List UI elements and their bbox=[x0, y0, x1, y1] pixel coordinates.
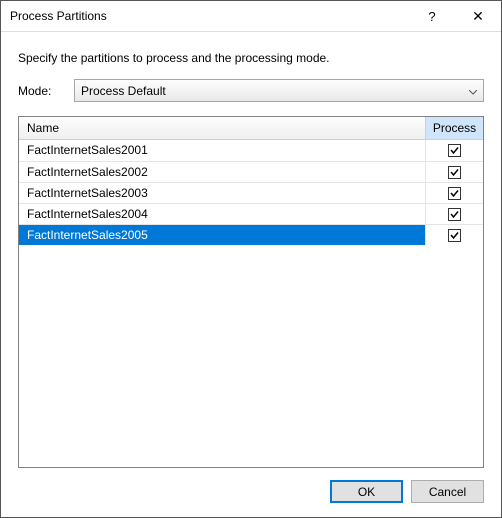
help-button[interactable]: ? bbox=[409, 1, 455, 31]
table-row[interactable]: FactInternetSales2003 bbox=[19, 182, 483, 203]
help-icon: ? bbox=[428, 9, 435, 24]
column-header-name[interactable]: Name bbox=[19, 117, 426, 140]
process-cell bbox=[426, 225, 483, 245]
partition-name: FactInternetSales2001 bbox=[19, 140, 426, 161]
close-icon: ✕ bbox=[472, 8, 484, 25]
partition-name: FactInternetSales2004 bbox=[19, 204, 426, 224]
process-checkbox[interactable] bbox=[448, 166, 461, 179]
ok-button[interactable]: OK bbox=[330, 480, 403, 503]
mode-select[interactable]: Process Default bbox=[74, 79, 484, 102]
grid-body: FactInternetSales2001FactInternetSales20… bbox=[19, 140, 483, 245]
mode-row: Mode: Process Default bbox=[18, 79, 484, 102]
process-cell bbox=[426, 162, 483, 182]
dialog-body: Specify the partitions to process and th… bbox=[1, 32, 501, 517]
table-row[interactable]: FactInternetSales2002 bbox=[19, 161, 483, 182]
process-checkbox[interactable] bbox=[448, 144, 461, 157]
process-cell bbox=[426, 183, 483, 203]
partition-name: FactInternetSales2005 bbox=[19, 225, 426, 245]
titlebar: Process Partitions ? ✕ bbox=[1, 1, 501, 32]
process-checkbox[interactable] bbox=[448, 208, 461, 221]
chevron-down-icon bbox=[469, 84, 477, 98]
partition-name: FactInternetSales2002 bbox=[19, 162, 426, 182]
dialog-window: Process Partitions ? ✕ Specify the parti… bbox=[0, 0, 502, 518]
process-cell bbox=[426, 204, 483, 224]
process-checkbox[interactable] bbox=[448, 229, 461, 242]
ok-button-label: OK bbox=[358, 485, 375, 499]
grid-header: Name Process bbox=[19, 117, 483, 140]
partition-name: FactInternetSales2003 bbox=[19, 183, 426, 203]
column-header-process[interactable]: Process bbox=[426, 117, 483, 140]
table-row[interactable]: FactInternetSales2001 bbox=[19, 140, 483, 161]
instruction-text: Specify the partitions to process and th… bbox=[18, 51, 484, 65]
window-title: Process Partitions bbox=[10, 9, 409, 23]
process-cell bbox=[426, 140, 483, 161]
process-checkbox[interactable] bbox=[448, 187, 461, 200]
partitions-grid: Name Process FactInternetSales2001FactIn… bbox=[18, 116, 484, 468]
mode-label: Mode: bbox=[18, 84, 74, 98]
cancel-button-label: Cancel bbox=[429, 485, 466, 499]
table-row[interactable]: FactInternetSales2005 bbox=[19, 224, 483, 245]
dialog-footer: OK Cancel bbox=[18, 468, 484, 503]
mode-value: Process Default bbox=[81, 84, 166, 98]
cancel-button[interactable]: Cancel bbox=[411, 480, 484, 503]
table-row[interactable]: FactInternetSales2004 bbox=[19, 203, 483, 224]
close-button[interactable]: ✕ bbox=[455, 1, 501, 31]
